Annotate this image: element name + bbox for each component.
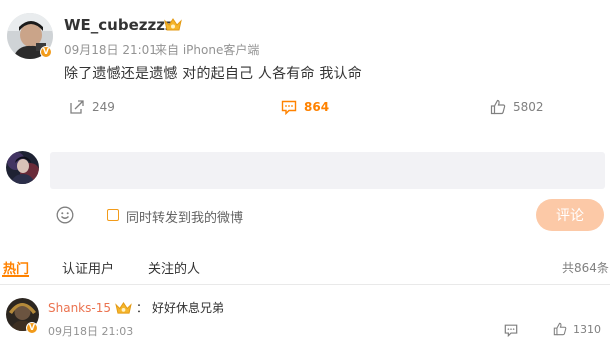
comment-count: 864 — [304, 100, 330, 114]
member-crown-icon — [164, 17, 182, 36]
repost-checkbox-label[interactable]: 同时转发到我的微博 — [126, 207, 243, 226]
submit-comment-button[interactable]: 评论 — [536, 199, 604, 231]
active-tab-indicator — [2, 275, 29, 277]
repost-button[interactable]: 249 — [69, 99, 115, 115]
post-content: 除了遗憾还是遗憾 对的起自己 人各有命 我认命 — [64, 66, 362, 82]
commenter-username[interactable]: Shanks-15 — [48, 301, 111, 315]
comment-thumbs-up-icon — [553, 322, 567, 336]
thumbs-up-icon — [490, 99, 506, 115]
poster-username[interactable]: WE_cubezzzz — [64, 16, 174, 34]
post-time[interactable]: 09月18日 21:01 — [64, 41, 157, 58]
commenter-verified-icon: V — [26, 322, 38, 334]
repost-icon — [70, 100, 84, 114]
commenter-crown-icon — [115, 301, 132, 315]
comment-input[interactable] — [50, 152, 605, 189]
verified-badge-icon: V — [40, 46, 52, 58]
like-count: 5802 — [513, 100, 544, 114]
comment-time: 09月18日 21:03 — [48, 325, 134, 338]
post-source: 来自 iPhone客户端 — [155, 43, 260, 57]
comment-button[interactable]: 864 — [281, 99, 329, 115]
tab-verified-users[interactable]: 认证用户 — [62, 258, 114, 277]
total-comments-count: 共864条 — [562, 261, 609, 275]
reply-icon — [504, 324, 518, 338]
like-button[interactable]: 5802 — [490, 99, 544, 115]
comment-text: 好好休息兄弟 — [152, 301, 225, 315]
repost-checkbox[interactable] — [107, 209, 119, 221]
comment-reply-button[interactable] — [504, 322, 518, 341]
comment-icon — [281, 100, 297, 115]
tab-following[interactable]: 关注的人 — [148, 258, 200, 277]
smiley-icon[interactable] — [56, 206, 74, 228]
tabs-divider — [0, 284, 610, 285]
repost-count: 249 — [92, 100, 115, 114]
comment-separator: ： — [135, 301, 148, 315]
comment-header: Shanks-15 ： 好好休息兄弟 — [48, 299, 224, 316]
comment-like-button[interactable]: 1310 — [553, 322, 601, 336]
current-user-avatar[interactable] — [6, 151, 39, 184]
comment-like-count: 1310 — [573, 322, 601, 336]
